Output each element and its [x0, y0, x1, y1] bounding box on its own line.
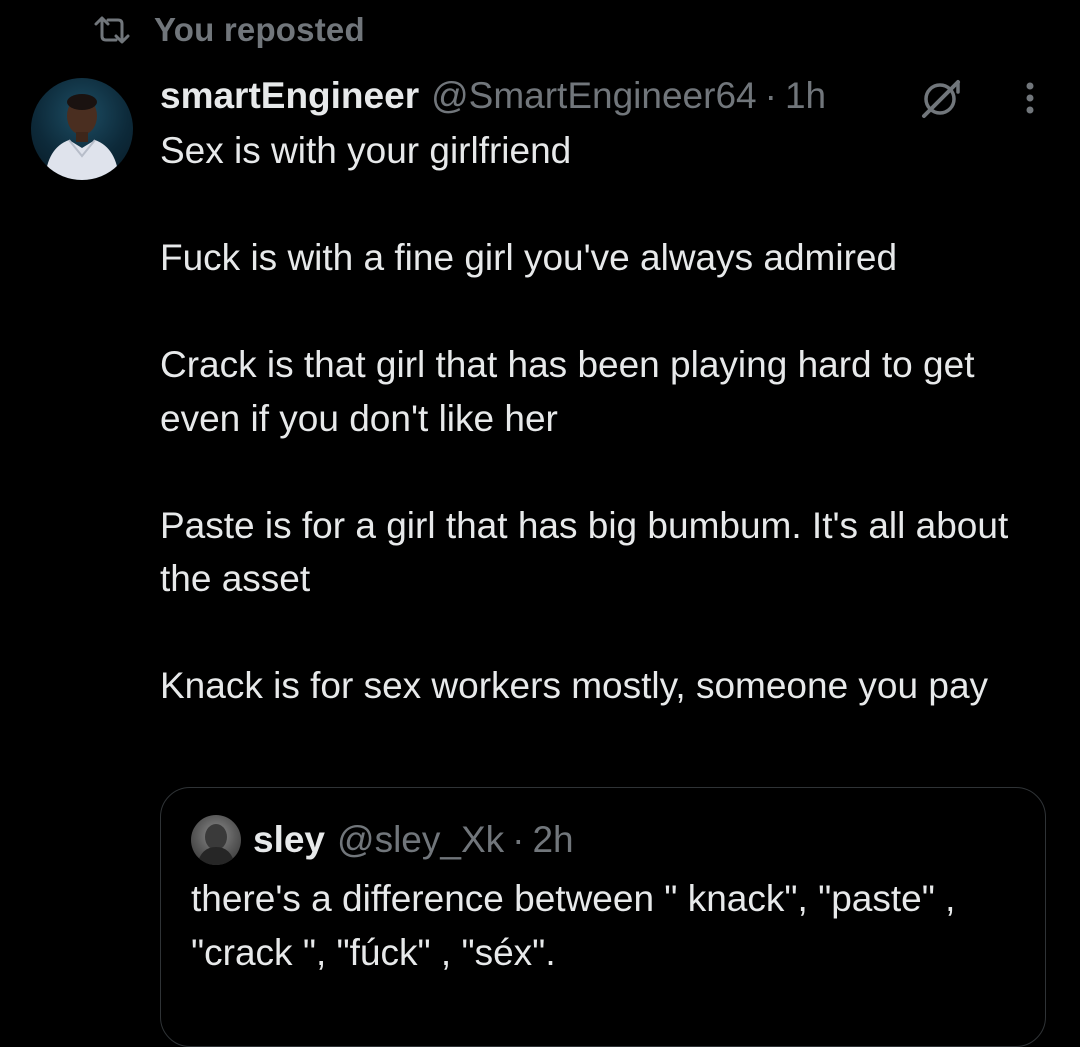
repost-banner: You reposted [92, 8, 365, 52]
quoted-header-separator: · [512, 819, 525, 860]
tweet-timestamp[interactable]: 1h [785, 75, 826, 117]
tweet-paragraph: Fuck is with a fine girl you've always a… [160, 237, 898, 278]
quoted-author-handle: @sley_Xk [337, 819, 505, 860]
repost-label: You reposted [154, 11, 365, 48]
author-handle[interactable]: @SmartEngineer64 [431, 75, 757, 117]
tweet-paragraph: Paste is for a girl that has big bumbum.… [160, 504, 1009, 600]
quoted-tweet-header: sley @sley_Xk · 2h [191, 815, 574, 865]
author-avatar[interactable] [31, 78, 133, 180]
quoted-tweet-text: there's a difference between " knack", "… [191, 878, 956, 973]
tweet-paragraph: Sex is with your girlfriend [160, 130, 572, 171]
tweet-header: smartEngineer @SmartEngineer64 · 1h [160, 72, 826, 120]
tweet-text: Sex is with your girlfriend Fuck is with… [160, 124, 1040, 713]
header-separator: · [764, 75, 777, 116]
quoted-tweet-card[interactable]: sley @sley_Xk · 2h there's a difference … [160, 787, 1046, 1047]
tweet-paragraph: Crack is that girl that has been playing… [160, 344, 975, 439]
author-display-name[interactable]: smartEngineer [160, 75, 419, 117]
repost-icon [92, 14, 132, 46]
quoted-author-display-name: sley [253, 819, 326, 860]
quoted-tweet-timestamp: 2h [532, 819, 574, 860]
grok-icon[interactable] [918, 76, 964, 120]
tweet-paragraph: Knack is for sex workers mostly, someone… [160, 665, 989, 706]
more-options-icon[interactable] [1016, 78, 1044, 118]
quoted-author-avatar [191, 815, 241, 865]
